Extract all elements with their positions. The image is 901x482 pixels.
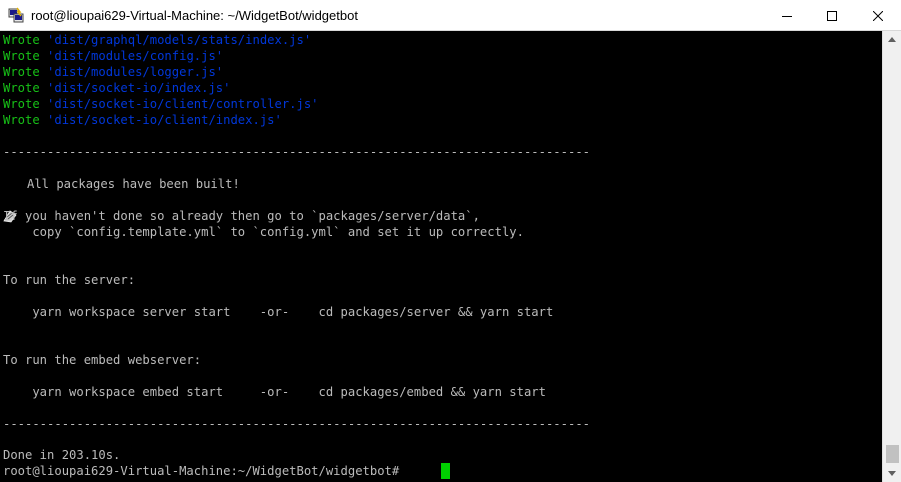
close-button[interactable]: [855, 0, 901, 31]
wrote-path: 'dist/socket-io/client/controller.js': [47, 97, 319, 111]
wrote-path: 'dist/socket-io/index.js': [47, 81, 231, 95]
wrote-path: 'dist/modules/logger.js': [47, 65, 224, 79]
separator-line: ----------------------------------------…: [3, 145, 590, 159]
chevron-down-icon: [888, 471, 896, 476]
wrote-verb: Wrote: [3, 97, 40, 111]
wrote-line: Wrote 'dist/socket-io/client/controller.…: [3, 96, 319, 112]
wrote-line: Wrote 'dist/socket-io/client/index.js': [3, 112, 282, 128]
scrollbar-thumb[interactable]: [886, 445, 899, 463]
run-server-command: yarn workspace server start -or- cd pack…: [3, 305, 554, 319]
wrote-verb: Wrote: [3, 33, 40, 47]
terminal-output[interactable]: Wrote 'dist/graphql/models/stats/index.j…: [0, 31, 882, 482]
wrote-verb: Wrote: [3, 49, 40, 63]
window-title: root@lioupai629-Virtual-Machine: ~/Widge…: [31, 8, 358, 23]
wrote-path: 'dist/socket-io/client/index.js': [47, 113, 282, 127]
terminal-window: root@lioupai629-Virtual-Machine: ~/Widge…: [0, 0, 901, 482]
wrote-verb: Wrote: [3, 113, 40, 127]
scroll-up-button[interactable]: [883, 31, 901, 48]
minimize-button[interactable]: [764, 0, 810, 31]
built-message: All packages have been built!: [27, 177, 240, 191]
scroll-down-button[interactable]: [883, 465, 901, 482]
vertical-scrollbar[interactable]: [882, 31, 901, 482]
run-embed-heading: To run the embed webserver:: [3, 353, 202, 367]
wrote-path: 'dist/graphql/models/stats/index.js': [47, 33, 312, 47]
wrote-line: Wrote 'dist/modules/logger.js': [3, 64, 223, 80]
run-server-heading: To run the server:: [3, 273, 136, 287]
config-instruction-1: If you haven't done so already then go t…: [3, 209, 480, 223]
wrote-line: Wrote 'dist/modules/config.js': [3, 48, 223, 64]
close-icon: [873, 10, 883, 21]
separator-line: ----------------------------------------…: [3, 417, 590, 431]
wrote-verb: Wrote: [3, 81, 40, 95]
maximize-icon: [827, 10, 837, 21]
title-bar[interactable]: root@lioupai629-Virtual-Machine: ~/Widge…: [0, 0, 901, 31]
wrote-line: Wrote 'dist/socket-io/index.js': [3, 80, 230, 96]
wrote-path: 'dist/modules/config.js': [47, 49, 224, 63]
chevron-up-icon: [888, 37, 896, 42]
shell-prompt[interactable]: root@lioupai629-Virtual-Machine:~/Widget…: [3, 463, 399, 479]
maximize-button[interactable]: [809, 0, 855, 31]
wrote-line: Wrote 'dist/graphql/models/stats/index.j…: [3, 32, 311, 48]
minimize-icon: [782, 15, 792, 17]
putty-terminal-icon[interactable]: [8, 7, 24, 23]
text-cursor: [441, 463, 450, 479]
config-instruction-2: copy `config.template.yml` to `config.ym…: [3, 225, 524, 239]
done-message: Done in 203.10s.: [3, 448, 121, 462]
wrote-verb: Wrote: [3, 65, 40, 79]
run-embed-command: yarn workspace embed start -or- cd packa…: [3, 385, 546, 399]
